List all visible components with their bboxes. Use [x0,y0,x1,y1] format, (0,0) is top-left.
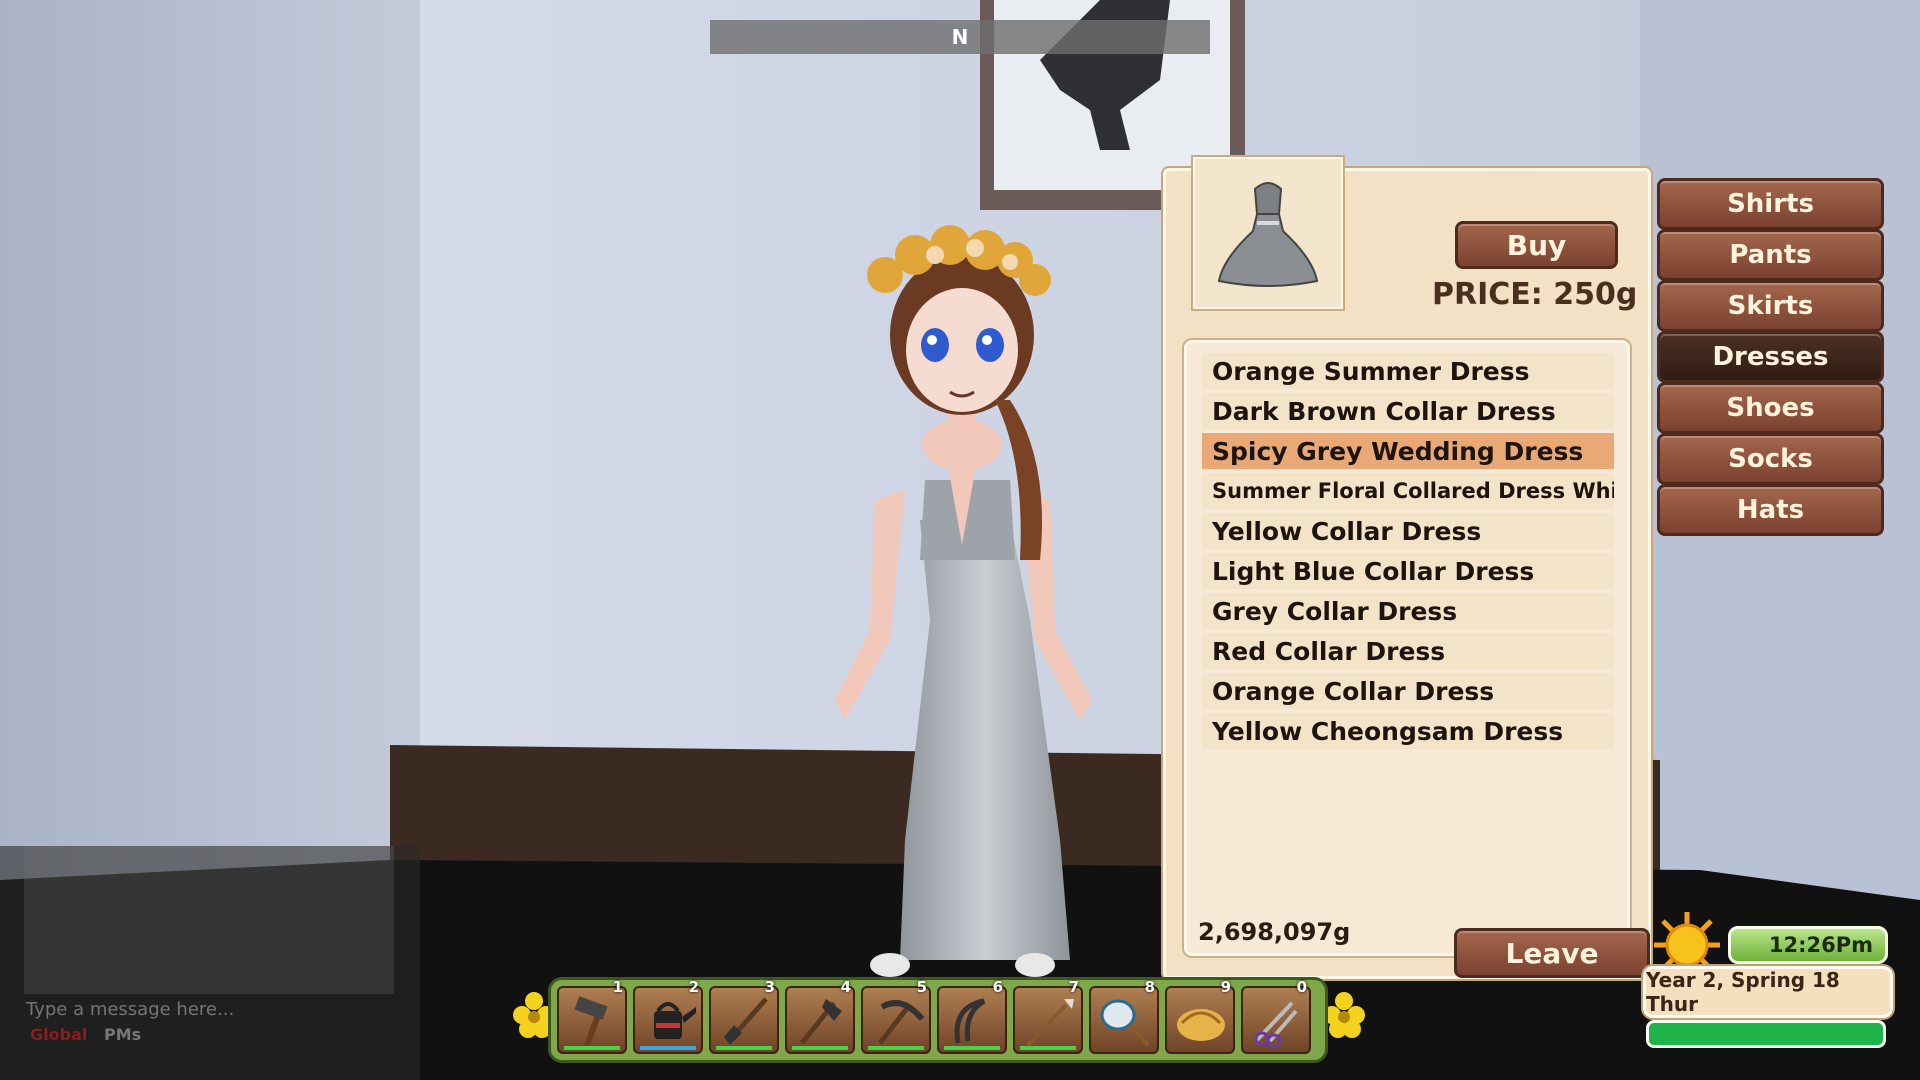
hotbar-right-flower-icon [1323,992,1365,1038]
compass-heading: N [951,25,969,49]
energy-bar [1646,1020,1886,1048]
list-item[interactable]: Grey Collar Dress [1202,593,1614,629]
hotbar-slot-5[interactable]: 5 [861,978,931,1054]
chat-input[interactable] [24,995,328,1023]
bug-net-icon [1100,999,1150,1047]
list-item[interactable]: Orange Summer Dress [1202,353,1614,389]
hotbar: 1 2 3 4 5 6 7 8 9 0 [548,977,1328,1063]
durability-bar [1020,1046,1076,1050]
chat-log [24,846,394,994]
leave-button[interactable]: Leave [1454,928,1650,978]
hotbar-slot-2[interactable]: 2 [633,978,703,1054]
list-item[interactable]: Summer Floral Collared Dress White [1202,473,1614,509]
time-display: 12:26Pm [1728,926,1888,964]
dress-icon [1217,182,1319,287]
buy-button[interactable]: Buy [1455,221,1618,269]
durability-bar [792,1046,848,1050]
category-hats-button[interactable]: Hats [1657,484,1884,536]
spear-icon [1026,999,1074,1047]
hotbar-slot-9[interactable]: 9 [1165,978,1235,1054]
hotbar-slot-1[interactable]: 1 [557,978,627,1054]
chat-tab-pms[interactable]: PMs [104,1025,141,1044]
hotbar-slot-6[interactable]: 6 [937,978,1007,1054]
durability-bar [944,1046,1000,1050]
durability-bar [564,1046,620,1050]
hotbar-slot-8[interactable]: 8 [1089,978,1159,1054]
list-item[interactable]: Light Blue Collar Dress [1202,553,1614,589]
pickaxe-icon [878,1000,925,1045]
list-item[interactable]: Yellow Cheongsam Dress [1202,713,1614,749]
category-shoes-button[interactable]: Shoes [1657,382,1884,434]
water-level-bar [640,1046,696,1050]
compass-bar: N [710,20,1210,54]
category-socks-button[interactable]: Socks [1657,433,1884,485]
category-pants-button[interactable]: Pants [1657,229,1884,281]
category-shirts-button[interactable]: Shirts [1657,178,1884,230]
category-dresses-button[interactable]: Dresses [1657,331,1884,383]
durability-bar [716,1046,772,1050]
shears-icon [1254,1001,1298,1049]
durability-bar [868,1046,924,1050]
price-label: PRICE: 250g [1432,277,1638,312]
list-item[interactable]: Orange Collar Dress [1202,673,1614,709]
hotbar-slot-3[interactable]: 3 [709,978,779,1054]
sickle-icon [954,998,986,1044]
hotbar-slot-7[interactable]: 7 [1013,978,1083,1054]
hotbar-slot-4[interactable]: 4 [785,978,855,1054]
hotbar-slot-0[interactable]: 0 [1241,978,1311,1054]
list-item[interactable]: Dark Brown Collar Dress [1202,393,1614,429]
category-skirts-button[interactable]: Skirts [1657,280,1884,332]
date-display: Year 2, Spring 18 Thur [1643,966,1893,1018]
list-item-selected[interactable]: Spicy Grey Wedding Dress [1202,433,1614,469]
axe-icon [800,999,842,1045]
list-item[interactable]: Yellow Collar Dress [1202,513,1614,549]
shovel-icon [724,997,768,1045]
hammer-icon [574,996,608,1047]
brush-icon [1177,1009,1225,1041]
list-item[interactable]: Red Collar Dress [1202,633,1614,669]
item-preview [1193,157,1343,309]
watering-can-icon [654,1002,696,1039]
chat-tab-global[interactable]: Global [30,1025,87,1044]
money-balance: 2,698,097g [1198,918,1351,946]
dress-list: Orange Summer Dress Dark Brown Collar Dr… [1184,340,1630,956]
